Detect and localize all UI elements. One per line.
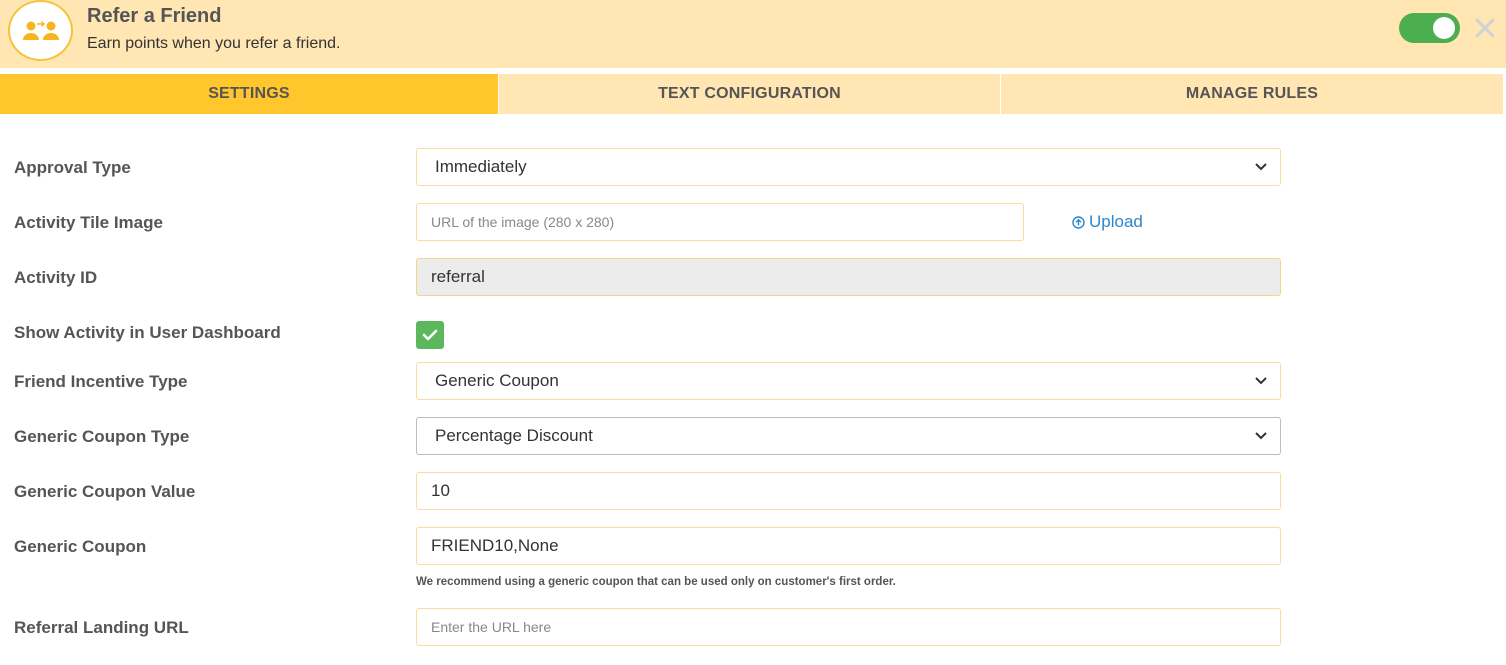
tab-settings[interactable]: SETTINGS <box>0 74 498 114</box>
referral-landing-url-label: Referral Landing URL <box>14 618 189 637</box>
close-button[interactable] <box>1472 13 1498 43</box>
activity-id-field <box>416 258 1281 296</box>
page-title: Refer a Friend <box>87 5 222 27</box>
chevron-down-icon <box>1255 432 1267 440</box>
referral-landing-url-input[interactable] <box>417 609 1280 645</box>
referral-landing-url-field <box>416 608 1281 646</box>
activity-id-label: Activity ID <box>14 268 98 287</box>
generic-coupon-type-label: Generic Coupon Type <box>14 427 190 446</box>
friend-incentive-type-label: Friend Incentive Type <box>14 372 188 391</box>
approval-type-value: Immediately <box>435 157 527 176</box>
approval-type-select[interactable]: Immediately <box>416 148 1281 186</box>
generic-coupon-type-select[interactable]: Percentage Discount <box>416 417 1281 455</box>
upload-button[interactable]: Upload <box>1072 212 1143 232</box>
generic-coupon-value-field <box>416 472 1281 510</box>
activity-tile-image-input[interactable] <box>417 204 1023 240</box>
avatar <box>8 0 73 61</box>
tab-text-configuration[interactable]: TEXT CONFIGURATION <box>498 74 1001 114</box>
people-refer-icon <box>22 20 59 40</box>
generic-coupon-input[interactable] <box>417 528 1280 564</box>
activity-enabled-toggle[interactable] <box>1399 13 1460 43</box>
generic-coupon-label: Generic Coupon <box>14 537 147 556</box>
generic-coupon-field <box>416 527 1281 565</box>
chevron-down-icon <box>1255 377 1267 385</box>
generic-coupon-value-input[interactable] <box>417 473 1280 509</box>
close-icon <box>1475 18 1495 38</box>
generic-coupon-value-label: Generic Coupon Value <box>14 482 196 501</box>
activity-tile-image-field <box>416 203 1024 241</box>
activity-id-input <box>417 259 1280 295</box>
friend-incentive-type-select[interactable]: Generic Coupon <box>416 362 1281 400</box>
upload-label: Upload <box>1089 212 1143 231</box>
page-subtitle: Earn points when you refer a friend. <box>87 35 341 52</box>
toggle-knob <box>1433 17 1455 39</box>
header-banner: Refer a Friend Earn points when you refe… <box>0 0 1506 68</box>
show-in-dashboard-label: Show Activity in User Dashboard <box>14 323 281 342</box>
friend-incentive-type-value: Generic Coupon <box>435 371 559 390</box>
tab-manage-rules[interactable]: MANAGE RULES <box>1001 74 1503 114</box>
generic-coupon-type-value: Percentage Discount <box>435 426 593 445</box>
approval-type-label: Approval Type <box>14 158 131 177</box>
generic-coupon-hint: We recommend using a generic coupon that… <box>416 576 896 588</box>
tab-bar: SETTINGS TEXT CONFIGURATION MANAGE RULES <box>0 74 1503 114</box>
show-in-dashboard-checkbox[interactable] <box>416 321 444 349</box>
upload-circle-icon <box>1072 215 1085 229</box>
activity-tile-image-label: Activity Tile Image <box>14 213 163 232</box>
chevron-down-icon <box>1255 163 1267 171</box>
checkmark-icon <box>422 329 438 341</box>
